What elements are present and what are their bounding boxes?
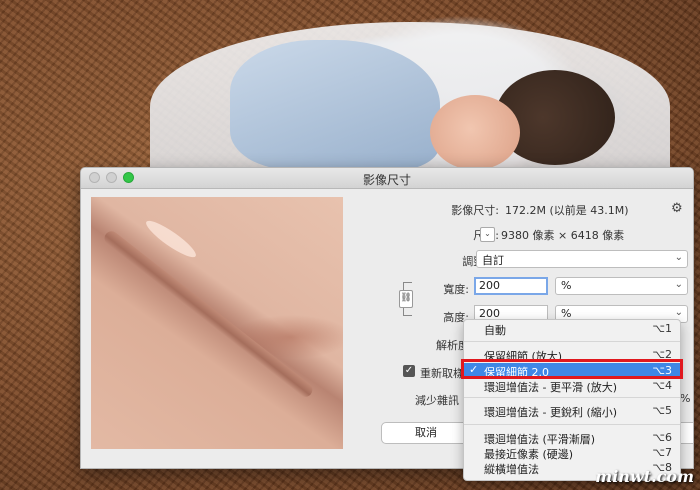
dialog-title: 影像尺寸	[362, 173, 411, 187]
menu-item-shortcut: ⌥3	[652, 364, 672, 377]
menu-item-bicubic-sharper[interactable]: 環迴增值法 - 更銳利 (縮小) ⌥5	[464, 403, 680, 419]
preview-skin-crease	[101, 228, 316, 400]
menu-item-label: 自動	[484, 324, 506, 337]
resample-checkbox[interactable]: ✓	[403, 365, 415, 377]
menu-item-shortcut: ⌥1	[652, 322, 672, 335]
menu-item-nearest-neighbor[interactable]: 最接近像素 (硬邊) ⌥7	[464, 445, 680, 461]
image-size-label: 影像尺寸:	[451, 204, 499, 217]
reduce-noise-unit: %	[680, 392, 691, 405]
chevron-down-icon: ⌄	[674, 252, 683, 263]
chevron-down-icon: ⌄	[674, 307, 683, 318]
checkmark-icon: ✓	[469, 363, 479, 376]
background-face	[430, 95, 520, 170]
cancel-button[interactable]: 取消	[381, 422, 471, 444]
menu-item-bicubic-smooth-gradients[interactable]: 環迴增值法 (平滑漸層) ⌥6	[464, 430, 680, 446]
height-label: 高度:	[443, 311, 469, 324]
resample-method-menu: 自動 ⌥1 保留細節 (放大) ⌥2 ✓ 保留細節 2.0 ⌥3 環迴增值法 -…	[463, 319, 681, 481]
reduce-noise-label: 減少雜訊	[415, 394, 459, 407]
menu-item-label: 環迴增值法 - 更平滑 (放大)	[484, 381, 618, 394]
menu-separator	[464, 397, 680, 398]
menu-item-label: 縱橫增值法	[484, 463, 539, 476]
menu-separator	[464, 424, 680, 425]
dimensions-unit-chevron-icon[interactable]: ⌄	[480, 227, 495, 242]
gear-icon[interactable]: ⚙	[671, 201, 683, 216]
menu-separator	[464, 341, 680, 342]
menu-item-shortcut: ⌥4	[652, 379, 672, 392]
menu-item-auto[interactable]: 自動 ⌥1	[464, 321, 680, 337]
image-preview[interactable]	[91, 197, 343, 449]
image-size-value: 172.2M (以前是 43.1M)	[505, 204, 629, 217]
preview-highlight	[142, 216, 200, 262]
resample-label: 重新取樣	[420, 367, 464, 380]
width-unit-value: %	[561, 279, 572, 292]
dimensions-value: 9380 像素 × 6418 像素	[501, 229, 625, 242]
width-unit-select[interactable]: % ⌄	[555, 277, 688, 295]
menu-item-label: 保留細節 (放大)	[484, 350, 563, 363]
fit-to-value: 自訂	[482, 254, 504, 267]
chevron-down-icon: ⌄	[674, 279, 683, 290]
background-blanket	[230, 40, 440, 170]
resolution-label: 解析度	[436, 339, 469, 352]
menu-item-preserve-details[interactable]: 保留細節 (放大) ⌥2	[464, 347, 680, 363]
menu-item-shortcut: ⌥2	[652, 348, 672, 361]
title-bar: 影像尺寸	[81, 168, 693, 189]
watermark-logo: minwt.com	[595, 467, 694, 486]
menu-item-shortcut: ⌥5	[652, 404, 672, 417]
menu-item-preserve-details-2[interactable]: ✓ 保留細節 2.0 ⌥3	[464, 363, 680, 379]
menu-item-bicubic-smoother[interactable]: 環迴增值法 - 更平滑 (放大) ⌥4	[464, 378, 680, 394]
menu-item-label: 環迴增值法 - 更銳利 (縮小)	[484, 406, 618, 419]
fit-to-select[interactable]: 自訂 ⌄	[476, 250, 688, 268]
width-label: 寬度:	[443, 283, 469, 296]
width-input[interactable]: 200	[474, 277, 548, 295]
menu-item-shortcut: ⌥6	[652, 431, 672, 444]
menu-item-shortcut: ⌥7	[652, 446, 672, 459]
